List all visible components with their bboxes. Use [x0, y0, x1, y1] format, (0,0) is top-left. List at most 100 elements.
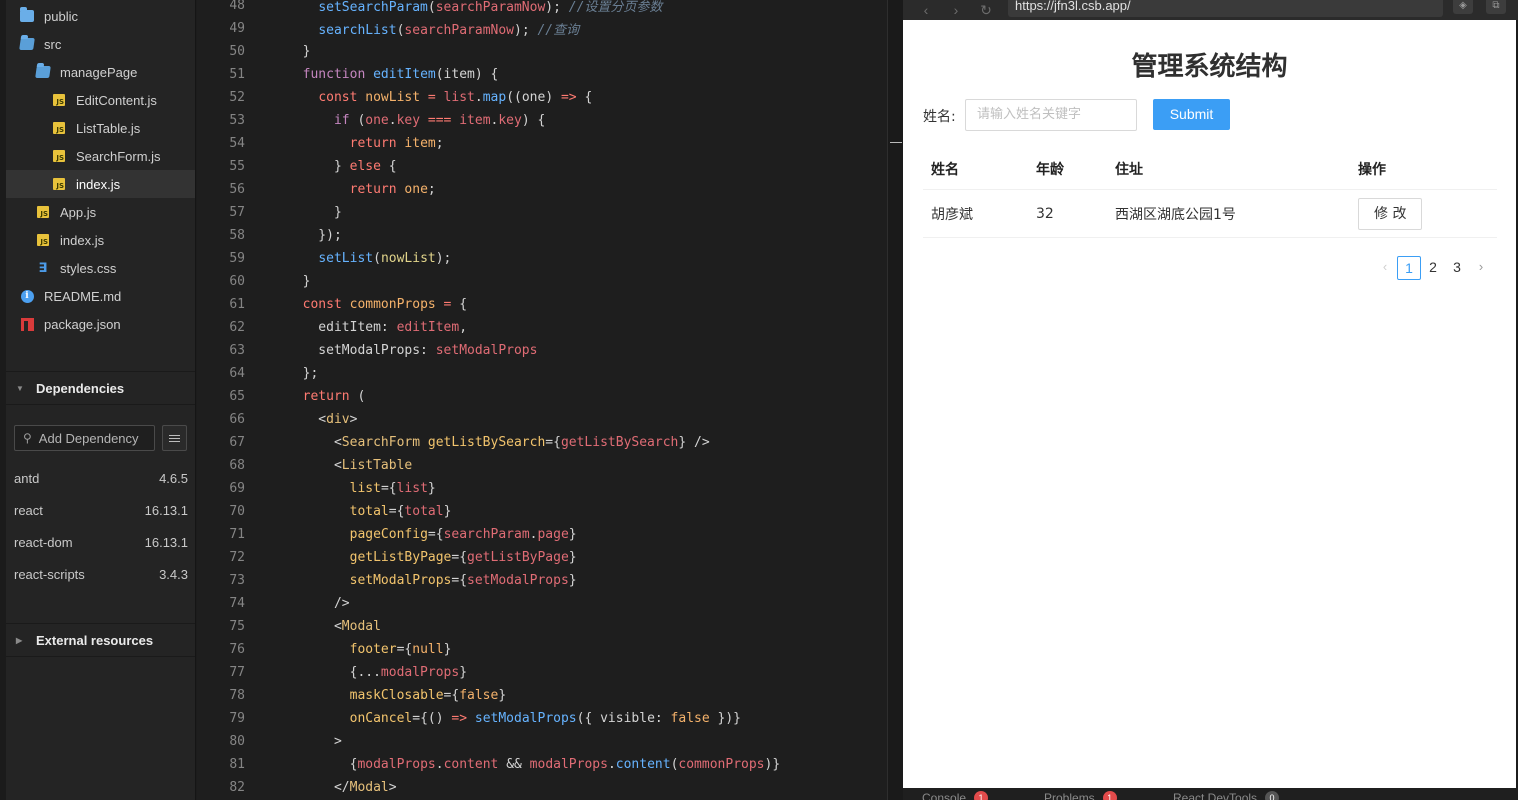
tab-console[interactable]: Console 1 [922, 791, 989, 800]
name-search-input[interactable]: 请输入姓名关键字 [965, 99, 1137, 131]
code-text: }; [245, 366, 319, 381]
code-line: 72 getListByPage={getListByPage} [197, 546, 887, 569]
code-token: null [412, 642, 444, 657]
file-tree-item[interactable]: JS ListTable.js [6, 114, 195, 142]
code-token: }; [287, 366, 319, 381]
dependency-item[interactable]: react-scripts 3.4.3 [14, 558, 188, 590]
code-line: 65 return ( [197, 385, 887, 408]
code-line: 53 if (one.key === item.key) { [197, 109, 887, 132]
page-1[interactable]: 1 [1397, 256, 1421, 280]
line-number: 50 [229, 44, 245, 59]
code-token: searchParamNow [435, 0, 546, 15]
dependencies-section-header[interactable]: ▼ Dependencies [6, 371, 195, 405]
file-tree-item[interactable]: public [6, 2, 195, 30]
line-number: 60 [229, 274, 245, 289]
file-tree-item[interactable]: JS App.js [6, 198, 195, 226]
code-text: {...modalProps} [245, 665, 467, 680]
code-editor[interactable]: 48 setSearchParam(searchParamNow); //设置分… [197, 0, 887, 800]
page-3[interactable]: 3 [1445, 256, 1469, 280]
code-token: item [404, 136, 436, 151]
refresh-icon[interactable]: ↻ [979, 2, 993, 19]
file-tree-item[interactable]: i README.md [6, 282, 195, 310]
url-bar[interactable]: https://jfn3l.csb.app/ [1008, 0, 1443, 17]
code-text: setList(nowList); [245, 251, 451, 266]
external-resources-section-header[interactable]: ▶ External resources [6, 623, 195, 657]
code-text: }); [245, 228, 342, 243]
code-token: const [318, 90, 366, 105]
code-text: return one; [245, 182, 436, 197]
code-token: commonProps [678, 757, 765, 772]
dependency-version: 4.6.5 [159, 470, 188, 486]
edit-button[interactable]: 修 改 [1358, 197, 1423, 230]
file-tree-item[interactable]: JS index.js [6, 170, 195, 198]
file-tree-item-label: ListTable.js [76, 120, 141, 136]
code-token: item [459, 113, 491, 128]
divider-handle[interactable] [890, 142, 902, 143]
code-token: modalProps [357, 757, 436, 772]
dependency-item[interactable]: react-dom 16.13.1 [14, 526, 188, 558]
file-tree-item[interactable]: managePage [6, 58, 195, 86]
back-icon[interactable]: ‹ [919, 2, 933, 18]
dependency-version: 3.4.3 [159, 566, 188, 582]
code-token: setModalProps [435, 343, 538, 358]
code-token: getListByPage [467, 550, 569, 565]
code-text: if (one.key === item.key) { [245, 113, 545, 128]
line-number: 58 [229, 228, 245, 243]
code-text: editItem: editItem, [245, 320, 467, 335]
code-token: editItem: [287, 320, 397, 335]
devtools-icon[interactable]: ◈ [1453, 0, 1473, 14]
next-page-icon[interactable]: › [1469, 256, 1493, 280]
code-line: 82 </Modal> [197, 776, 887, 799]
code-line: 55 } else { [197, 155, 887, 178]
preview-pane: 管理系统结构 姓名: 请输入姓名关键字 Submit 姓名 年龄 住址 操作 胡… [903, 20, 1516, 788]
tab-react-devtools[interactable]: React DevTools 0 [1173, 791, 1280, 800]
pane-divider[interactable] [887, 0, 903, 800]
code-token: ={ [451, 573, 468, 588]
prev-page-icon[interactable]: ‹ [1373, 256, 1397, 280]
file-tree-item[interactable]: JS EditContent.js [6, 86, 195, 114]
code-line: 69 list={list} [197, 477, 887, 500]
submit-button[interactable]: Submit [1153, 99, 1230, 130]
file-tree-item-label: EditContent.js [76, 92, 157, 108]
folder-open-icon [19, 37, 35, 51]
dependency-menu-button[interactable] [162, 425, 187, 451]
code-token: }); [287, 228, 342, 243]
file-tree-item[interactable]: package.json [6, 310, 195, 338]
code-token: {... [287, 665, 381, 680]
code-token: . [435, 757, 444, 772]
column-header-name: 姓名 [931, 161, 959, 178]
dependency-item[interactable]: antd 4.6.5 [14, 462, 188, 494]
code-token: return [349, 182, 405, 197]
line-number: 74 [229, 596, 245, 611]
open-external-icon[interactable]: ⧉ [1486, 0, 1506, 14]
add-dependency-input[interactable]: ⚲ Add Dependency [14, 425, 155, 451]
file-tree-item[interactable]: src [6, 30, 195, 58]
chevron-right-icon: ▶ [16, 635, 23, 645]
forward-icon[interactable]: › [949, 2, 963, 18]
external-resources-title: External resources [36, 632, 154, 648]
tab-problems[interactable]: Problems 1 [1044, 791, 1117, 800]
file-tree-item[interactable]: ∃ styles.css [6, 254, 195, 282]
dependency-name: react-dom [14, 534, 73, 550]
dependency-item[interactable]: react 16.13.1 [14, 494, 188, 526]
page-2[interactable]: 2 [1421, 256, 1445, 280]
code-token: editItem [373, 67, 436, 82]
code-line: 54 return item; [197, 132, 887, 155]
code-token: ={ [427, 527, 444, 542]
code-text: /> [245, 596, 350, 611]
npm-icon [20, 317, 34, 331]
page-title: 管理系统结构 [1131, 52, 1288, 82]
line-number: 70 [229, 504, 245, 519]
code-token: ={ [451, 550, 468, 565]
line-number: 49 [229, 21, 245, 36]
file-tree-item[interactable]: JS SearchForm.js [6, 142, 195, 170]
file-tree-item[interactable]: JS index.js [6, 226, 195, 254]
code-line: 52 const nowList = list.map((one) => { [197, 86, 887, 109]
